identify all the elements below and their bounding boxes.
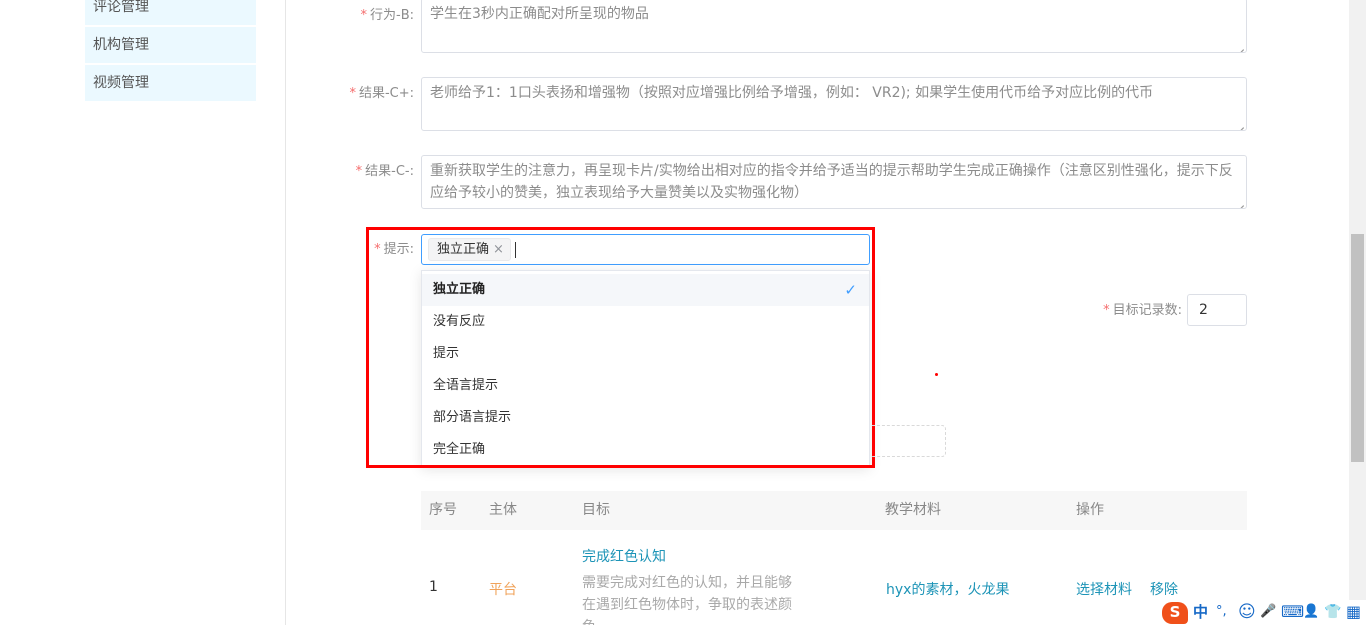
hint-option-fully-correct[interactable]: 完全正确 — [422, 434, 869, 466]
behavior-textarea[interactable]: 学生在3秒内正确配对所呈现的物品 — [421, 0, 1247, 53]
sidebar-item-institutions[interactable]: 机构管理 — [85, 27, 256, 64]
behavior-label: * 行为-B: — [360, 8, 415, 23]
ime-toolbar: S 中 °, ☺ 🎤 ⌨ 👤 👕 ▦ — [1160, 600, 1366, 625]
hint-select[interactable]: 独立正确 × — [421, 234, 870, 265]
th-index: 序号 — [429, 502, 457, 518]
hint-option-full-verbal[interactable]: 全语言提示 — [422, 370, 869, 402]
hint-option-no-response[interactable]: 没有反应 — [422, 306, 869, 338]
sidebar-item-videos[interactable]: 视频管理 — [85, 65, 256, 102]
punct-icon[interactable]: °, — [1216, 602, 1227, 622]
microphone-icon[interactable]: 🎤 — [1260, 602, 1276, 622]
scrollbar-thumb[interactable] — [1351, 234, 1364, 462]
hint-option-independent[interactable]: 独立正确 ✓ — [422, 274, 869, 306]
resize-handle-icon[interactable] — [1236, 120, 1244, 128]
th-subject: 主体 — [489, 502, 517, 518]
hint-label: * 提示: — [374, 242, 414, 257]
row-subject: 平台 — [489, 582, 517, 598]
close-icon[interactable]: × — [493, 242, 504, 257]
option-label: 独立正确 — [433, 282, 486, 297]
page: 评论管理 机构管理 视频管理 * 行为-B: 学生在3秒内正确配对所呈现的物品 *… — [0, 0, 1366, 625]
hint-option-prompt[interactable]: 提示 — [422, 338, 869, 370]
check-icon: ✓ — [844, 281, 857, 299]
result-minus-textarea[interactable]: 重新获取学生的注意力，再呈现卡片/实物给出相对应的指令并给予适当的提示帮助学生完… — [421, 155, 1247, 209]
th-materials: 教学材料 — [885, 502, 941, 518]
resize-handle-icon[interactable] — [1236, 198, 1244, 206]
th-actions: 操作 — [1076, 502, 1104, 518]
result-plus-textarea[interactable]: 老师给予1：1口头表扬和增强物（按照对应增强比例给予增强，例如： VR2); 如… — [421, 77, 1247, 131]
hint-tag-label: 独立正确 — [437, 242, 490, 257]
red-dot — [935, 373, 938, 376]
user-icon[interactable]: 👤 — [1303, 602, 1319, 622]
hint-tag: 独立正确 × — [428, 238, 511, 261]
hint-dropdown: 独立正确 ✓ 没有反应 提示 全语言提示 部分语言提示 完全正确 — [421, 270, 870, 468]
result-minus-value: 重新获取学生的注意力，再呈现卡片/实物给出相对应的指令并给予适当的提示帮助学生完… — [430, 163, 1233, 201]
row-goal-title[interactable]: 完成红色认知 — [582, 546, 666, 566]
sogou-logo-icon[interactable]: S — [1162, 602, 1188, 624]
lang-icon[interactable]: 中 — [1193, 602, 1208, 622]
behavior-value: 学生在3秒内正确配对所呈现的物品 — [430, 6, 649, 22]
emoji-icon[interactable]: ☺ — [1238, 602, 1256, 622]
record-count-label: * 目标记录数: — [1103, 303, 1182, 318]
hint-option-partial-verbal[interactable]: 部分语言提示 — [422, 402, 869, 434]
row-materials[interactable]: hyx的素材，火龙果 — [886, 579, 1009, 599]
remove-button[interactable]: 移除 — [1150, 579, 1178, 599]
skin-icon[interactable]: 👕 — [1324, 602, 1341, 622]
th-goal: 目标 — [582, 502, 610, 518]
table-header: 序号 主体 目标 教学材料 操作 — [421, 491, 1247, 530]
resize-handle-icon[interactable] — [1236, 42, 1244, 50]
upload-box[interactable] — [872, 425, 946, 457]
select-material-button[interactable]: 选择材料 — [1076, 579, 1132, 599]
record-count-input[interactable]: 2 — [1187, 294, 1247, 326]
sidebar-item-comments[interactable]: 评论管理 — [85, 0, 256, 26]
grid-icon[interactable]: ▦ — [1346, 602, 1361, 622]
sidebar: 评论管理 机构管理 视频管理 — [0, 0, 286, 625]
result-minus-label: * 结果-C-: — [355, 164, 414, 179]
text-cursor — [515, 242, 516, 258]
result-plus-value: 老师给予1：1口头表扬和增强物（按照对应增强比例给予增强，例如： VR2); 如… — [430, 85, 1154, 101]
result-plus-label: * 结果-C+: — [349, 86, 414, 101]
row-goal-desc: 需要完成对红色的认知，并且能够在遇到红色物体时，争取的表述颜色 — [582, 575, 792, 625]
row-index: 1 — [429, 579, 438, 595]
keyboard-icon[interactable]: ⌨ — [1281, 602, 1304, 622]
